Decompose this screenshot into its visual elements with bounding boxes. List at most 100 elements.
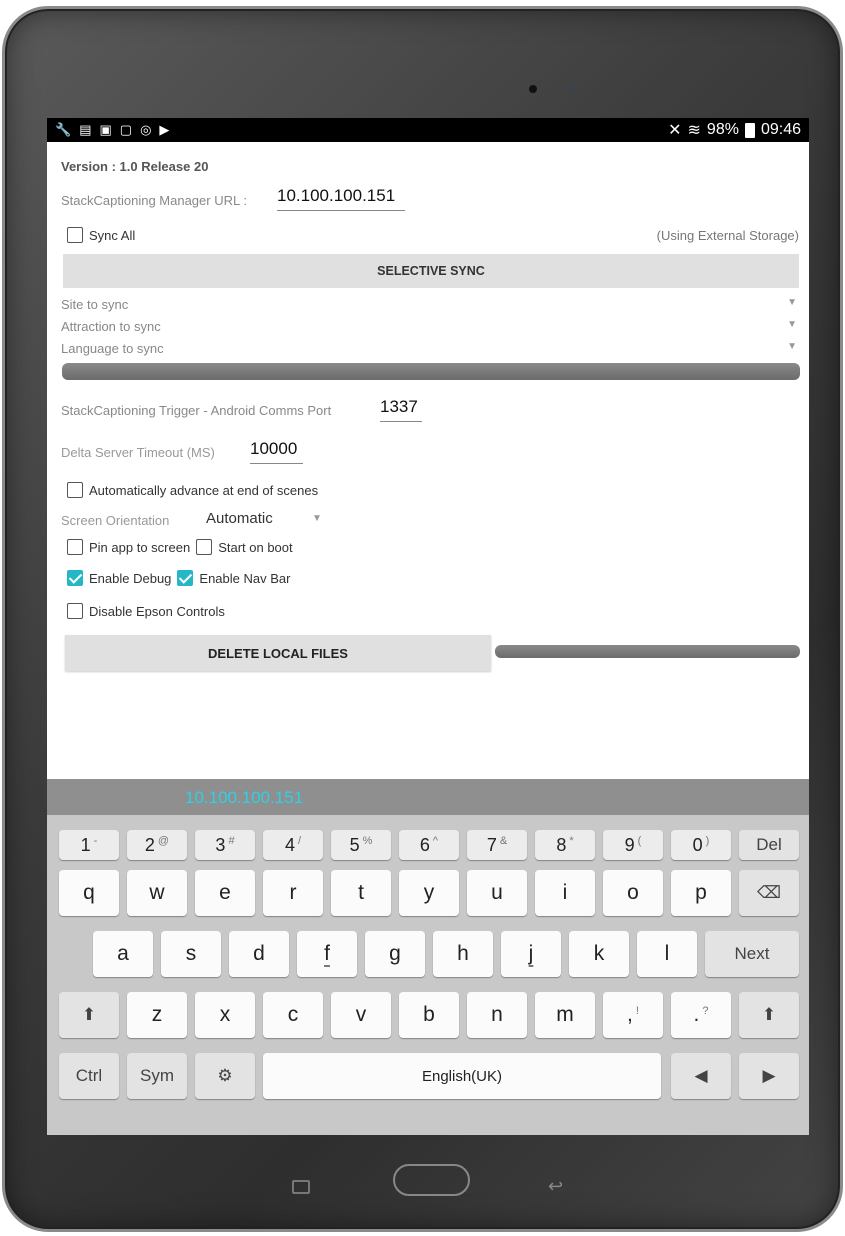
sync-all-label: Sync All — [89, 227, 136, 243]
url-label: StackCaptioning Manager URL : — [61, 193, 247, 208]
period-key[interactable]: .? — [671, 992, 731, 1038]
key-0-label: 0 — [692, 834, 703, 855]
manager-url-input[interactable]: 10.100.100.151 — [277, 186, 405, 211]
next-key[interactable]: Next — [705, 931, 799, 977]
key-z[interactable]: z — [127, 992, 187, 1038]
key-y-label: y — [423, 881, 435, 904]
enable-debug-checkbox[interactable] — [67, 570, 83, 586]
key-4-label: 4 — [284, 834, 295, 855]
left-arrow-key[interactable]: ◀ — [671, 1053, 731, 1099]
key-g[interactable]: g — [365, 931, 425, 977]
key-h[interactable]: h — [433, 931, 493, 977]
pin-app-checkbox[interactable] — [67, 539, 83, 555]
disable-epson-checkbox[interactable] — [67, 603, 83, 619]
key-j-label: j — [528, 942, 534, 965]
key-p[interactable]: p — [671, 870, 731, 916]
sync-all-row[interactable]: Sync All — [67, 227, 135, 243]
key-y[interactable]: y — [399, 870, 459, 916]
selective-sync-button[interactable]: SELECTIVE SYNC — [63, 254, 799, 288]
shift-key-right[interactable]: ⬆ — [739, 992, 799, 1038]
attraction-spinner[interactable]: Attraction to sync ▼ — [61, 319, 797, 334]
settings-key[interactable]: ⚙ — [195, 1053, 255, 1099]
sync-progress-bar — [62, 363, 800, 380]
right-arrow-icon: ▶ — [762, 1066, 776, 1085]
delete-progress-bar — [495, 645, 800, 658]
delete-local-files-button[interactable]: DELETE LOCAL FILES — [65, 635, 491, 671]
key-b-label: b — [423, 1003, 435, 1026]
key-3[interactable]: 3 # — [195, 830, 255, 860]
dropdown-caret-icon: ▼ — [787, 341, 797, 352]
pin-app-label: Pin app to screen — [89, 539, 191, 555]
comma-key[interactable]: ,! — [603, 992, 663, 1038]
key-l[interactable]: l — [637, 931, 697, 977]
key-3-alt: # — [228, 835, 235, 847]
key-s[interactable]: s — [161, 931, 221, 977]
key-w[interactable]: w — [127, 870, 187, 916]
home-button[interactable] — [393, 1164, 470, 1196]
key-q[interactable]: q — [59, 870, 119, 916]
debug-nav-row: Enable Debug Enable Nav Bar — [67, 570, 290, 586]
key-2-alt: @ — [157, 835, 170, 847]
site-spinner[interactable]: Site to sync ▼ — [61, 297, 797, 312]
ctrl-key[interactable]: Ctrl — [59, 1053, 119, 1099]
key-8[interactable]: 8 * — [535, 830, 595, 860]
shift-key-left[interactable]: ⬆ — [59, 992, 119, 1038]
key-c[interactable]: c — [263, 992, 323, 1038]
key-q-label: q — [83, 881, 95, 904]
next-key-label: Next — [734, 944, 770, 963]
delta-timeout-input[interactable]: 10000 — [250, 439, 303, 464]
backspace-key[interactable]: ⌫ — [739, 870, 799, 916]
sync-all-checkbox[interactable] — [67, 227, 83, 243]
key-u[interactable]: u — [467, 870, 527, 916]
sym-key[interactable]: Sym — [127, 1053, 187, 1099]
key-b[interactable]: b — [399, 992, 459, 1038]
key-e[interactable]: e — [195, 870, 255, 916]
keyboard-preview-text: 10.100.100.151 — [185, 788, 304, 807]
key-r[interactable]: r — [263, 870, 323, 916]
delete-key[interactable]: Del — [739, 830, 799, 860]
key-8-alt: * — [569, 835, 574, 847]
key-x[interactable]: x — [195, 992, 255, 1038]
auto-advance-checkbox[interactable] — [67, 482, 83, 498]
storage-note: (Using External Storage) — [656, 228, 799, 243]
key-m[interactable]: m — [535, 992, 595, 1038]
key-0[interactable]: 0) — [671, 830, 731, 860]
enable-nav-bar-checkbox[interactable] — [177, 570, 194, 586]
key-4[interactable]: 4/ — [263, 830, 323, 860]
orientation-select[interactable]: Automatic — [206, 510, 273, 527]
key-d[interactable]: d — [229, 931, 289, 977]
app-settings: Version : 1.0 Release 20 StackCaptioning… — [47, 142, 809, 779]
key-6[interactable]: 6 ^ — [399, 830, 459, 860]
back-icon[interactable]: ↩ — [548, 1176, 563, 1197]
key-f[interactable]: f — [297, 931, 357, 977]
key-t[interactable]: t — [331, 870, 391, 916]
trigger-port-input[interactable]: 1337 — [380, 397, 422, 422]
key-k[interactable]: k — [569, 931, 629, 977]
key-5[interactable]: 5% — [331, 830, 391, 860]
key-i[interactable]: i — [535, 870, 595, 916]
ctrl-key-label: Ctrl — [75, 1066, 103, 1085]
comma-key-alt: ! — [635, 1005, 639, 1017]
key-7[interactable]: 7 & — [467, 830, 527, 860]
key-v[interactable]: v — [331, 992, 391, 1038]
key-j[interactable]: j — [501, 931, 561, 977]
key-o[interactable]: o — [603, 870, 663, 916]
epson-row[interactable]: Disable Epson Controls — [67, 603, 225, 619]
key-2[interactable]: 2 @ — [127, 830, 187, 860]
space-key[interactable]: English(UK) — [263, 1053, 661, 1099]
dropdown-caret-icon: ▼ — [787, 319, 797, 330]
sym-key-label: Sym — [140, 1066, 174, 1085]
key-1-label: 1 — [80, 834, 91, 855]
key-a[interactable]: a — [93, 931, 153, 977]
key-n[interactable]: n — [467, 992, 527, 1038]
auto-advance-row[interactable]: Automatically advance at end of scenes — [67, 482, 318, 498]
right-arrow-key[interactable]: ▶ — [739, 1053, 799, 1099]
key-o-label: o — [627, 881, 639, 904]
key-1[interactable]: 1- — [59, 830, 119, 860]
media-icon: ▶ — [159, 122, 170, 137]
language-spinner[interactable]: Language to sync ▼ — [61, 341, 797, 356]
start-on-boot-checkbox[interactable] — [196, 539, 213, 555]
comma-key-label: , — [627, 1003, 633, 1026]
recent-apps-icon[interactable] — [292, 1180, 310, 1194]
key-9[interactable]: 9( — [603, 830, 663, 860]
